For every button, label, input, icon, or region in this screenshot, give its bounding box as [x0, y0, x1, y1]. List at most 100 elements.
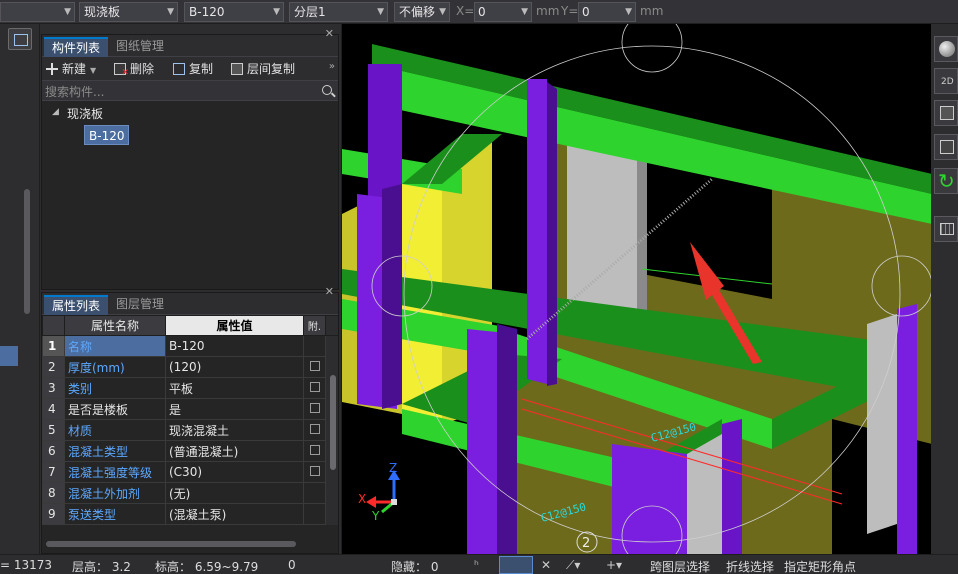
property-value[interactable]: (混凝土泵) [165, 503, 304, 525]
delete-button[interactable]: ✕ 删除 [114, 60, 154, 78]
property-row[interactable]: 3 类别 平板 [42, 377, 338, 399]
tree-child-node[interactable]: B-120 [84, 125, 130, 145]
model-canvas[interactable]: C12@150 C12@150 2 Z X Y [342, 24, 931, 554]
x-label: X= [456, 4, 475, 18]
property-value[interactable]: (120) [165, 356, 304, 378]
add-point-icon[interactable]: +▾ [606, 558, 622, 572]
search-input[interactable]: 搜索构件... [45, 83, 104, 100]
rotate-icon: ↻ [938, 169, 955, 193]
property-value[interactable]: (无) [165, 482, 304, 504]
property-row[interactable]: 4 是否是楼板是 [42, 398, 338, 420]
checkbox-icon[interactable] [309, 361, 320, 371]
grid-view-button[interactable] [934, 216, 958, 242]
property-scrollbar[interactable] [330, 375, 336, 470]
property-checkbox[interactable] [303, 377, 326, 399]
new-button[interactable]: 新建 ▼ [46, 60, 96, 78]
y-label: Y= [561, 4, 579, 18]
property-checkbox[interactable] [303, 398, 326, 420]
sphere-icon [939, 41, 955, 57]
zero-readout: 0 [288, 558, 296, 572]
checkbox-icon[interactable] [309, 403, 320, 413]
purple-column [722, 419, 742, 554]
view-2d-button[interactable]: 2D [934, 68, 958, 94]
row-number: 2 [42, 356, 65, 378]
snap-icon[interactable]: ʰ [474, 558, 479, 572]
property-row[interactable]: 9 泵送类型 (混凝土泵) [42, 503, 338, 525]
delete-label: 删除 [130, 62, 155, 76]
layer-select-value: 分层1 [294, 5, 326, 19]
tab-component-list[interactable]: 构件列表 [44, 37, 109, 57]
property-value[interactable]: (C30) [165, 461, 304, 483]
property-value[interactable]: 是 [165, 398, 304, 420]
property-row[interactable]: 1 名称 B-120 [42, 335, 338, 357]
chevron-down-icon: ▼ [64, 7, 71, 17]
purple-column [527, 79, 547, 384]
tab-drawing-management[interactable]: 图纸管理 [108, 37, 172, 57]
component-search[interactable]: 搜索构件... [42, 81, 338, 101]
tree-parent-node[interactable]: 现浇板 [67, 105, 103, 122]
chevron-down-icon: ▼ [521, 7, 528, 17]
nav-panel-icon[interactable] [8, 28, 32, 50]
orbit-handle[interactable] [621, 24, 683, 73]
cross-select-icon[interactable]: ✕ [541, 558, 551, 572]
select-mode-button[interactable] [499, 556, 533, 574]
row-number: 5 [42, 419, 65, 441]
property-row[interactable]: 8 混凝土外加剂 (无) [42, 482, 338, 504]
tab-layer-management[interactable]: 图层管理 [108, 295, 172, 315]
status-bar: = 13173 层高： 3.2 标高： 6.59~9.79 0 隐藏： 0 ʰ … [0, 554, 958, 574]
view-cube-icon[interactable] [934, 100, 958, 126]
chevron-down-icon: ▼ [377, 7, 384, 17]
property-row[interactable]: 2 厚度(mm) (120) [42, 356, 338, 378]
property-hscrollbar[interactable] [46, 541, 296, 547]
category-select[interactable]: ▼ [0, 2, 75, 22]
close-icon[interactable]: ✕ [325, 285, 334, 298]
angle-icon[interactable]: ⟋▾ [566, 558, 580, 573]
x-axis-label: X [358, 492, 366, 506]
property-checkbox[interactable] [303, 356, 326, 378]
property-value[interactable]: 现浇混凝土 [165, 419, 304, 441]
checkbox-icon[interactable] [309, 424, 320, 434]
property-value[interactable]: (普通混凝土) [165, 440, 304, 462]
nav-selected-item[interactable] [0, 346, 18, 366]
property-checkbox[interactable] [303, 461, 326, 483]
polyline-select-button[interactable]: 折线选择 [726, 558, 774, 574]
purple-column [897, 304, 917, 554]
row-scroll-gap [325, 335, 338, 357]
component-tree: ◢ 现浇板 B-120 [42, 101, 338, 281]
name-select-value: B-120 [189, 5, 225, 19]
x-input[interactable]: 0 ▼ [474, 2, 532, 22]
name-select[interactable]: B-120 ▼ [184, 2, 284, 22]
checkbox-icon[interactable] [309, 382, 320, 392]
more-icon[interactable]: » [329, 61, 335, 72]
property-name: 混凝土类型 [64, 440, 166, 462]
header-name: 属性名称 [64, 315, 166, 336]
layer-select[interactable]: 分层1 ▼ [289, 2, 388, 22]
search-icon[interactable] [322, 85, 332, 95]
3d-viewport[interactable]: C12@150 C12@150 2 Z X Y [341, 24, 931, 554]
tab-property-list[interactable]: 属性列表 [44, 295, 109, 315]
close-icon[interactable]: ✕ [325, 27, 334, 40]
floor-copy-button[interactable]: 层间复制 [231, 60, 295, 78]
checkbox-icon[interactable] [309, 445, 320, 455]
render-sphere-icon[interactable] [934, 36, 958, 62]
rotate-button[interactable]: ↻ [934, 168, 958, 194]
property-value[interactable]: B-120 [165, 335, 304, 357]
property-row[interactable]: 7 混凝土强度等级 (C30) [42, 461, 338, 483]
y-input[interactable]: 0 ▼ [578, 2, 636, 22]
nav-scrollbar[interactable] [24, 189, 30, 314]
property-value[interactable]: 平板 [165, 377, 304, 399]
property-checkbox[interactable] [303, 440, 326, 462]
cross-layer-select-button[interactable]: 跨图层选择 [650, 558, 710, 574]
y-input-value: 0 [582, 5, 590, 19]
property-row[interactable]: 5 材质 现浇混凝土 [42, 419, 338, 441]
component-actions: 新建 ▼ ✕ 删除 复制 层间复制 » [42, 57, 338, 81]
copy-label: 复制 [189, 62, 214, 76]
checkbox-icon[interactable] [309, 466, 320, 476]
tree-expand-icon[interactable]: ◢ [52, 107, 59, 117]
view-3d-icon[interactable] [934, 134, 958, 160]
offset-select[interactable]: 不偏移 ▼ [394, 2, 450, 22]
property-row[interactable]: 6 混凝土类型 (普通混凝土) [42, 440, 338, 462]
property-checkbox[interactable] [303, 419, 326, 441]
type-select[interactable]: 现浇板 ▼ [79, 2, 178, 22]
copy-button[interactable]: 复制 [173, 60, 213, 78]
